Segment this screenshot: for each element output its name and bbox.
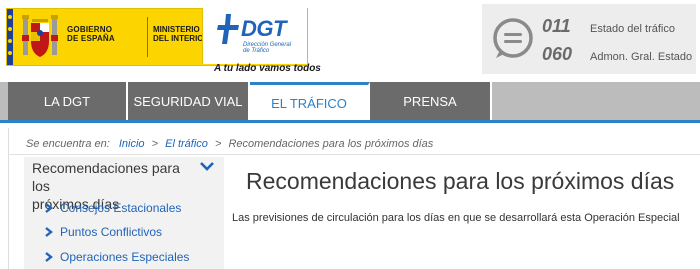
phone-row-admin[interactable]: 060 Admon. Gral. Estado <box>542 44 692 65</box>
tagline: A tu lado vamos todos <box>214 63 321 74</box>
breadcrumb-link-inicio[interactable]: Inicio <box>119 138 145 150</box>
sidebar: Recomendaciones para los próximos días C… <box>24 157 224 269</box>
sidebar-item-label: Consejos Estacionales <box>60 201 182 215</box>
phone-label: Admon. Gral. Estado <box>590 51 693 63</box>
breadcrumb-current: Recomendaciones para los próximos días <box>228 138 434 150</box>
gov-line-2: DE ESPAÑA <box>67 34 115 43</box>
sidebar-heading-line-1: Recomendaciones para los <box>32 160 180 194</box>
eu-star <box>8 27 12 31</box>
breadcrumb-separator: > <box>151 138 159 150</box>
content-border <box>8 128 9 269</box>
dgt-cross-icon <box>217 14 239 44</box>
intro-paragraph: Las previsiones de circulación para los … <box>232 212 680 224</box>
eu-star <box>8 39 12 43</box>
tab-prensa[interactable]: PRENSA <box>370 82 492 120</box>
dgt-logo[interactable]: DGT Dirección General de Tráfico <box>202 8 307 64</box>
sidebar-item-label: Operaciones Especiales <box>60 250 190 264</box>
sidebar-item-operaciones[interactable]: Operaciones Especiales <box>44 250 189 264</box>
nav-accent-rule <box>0 120 700 123</box>
dgt-fullname: Dirección General de Tráfico <box>243 42 303 54</box>
sidebar-item-puntos[interactable]: Puntos Conflictivos <box>44 225 162 239</box>
chevron-right-icon <box>45 252 53 262</box>
dgt-sub-line-2: de Tráfico <box>243 48 270 54</box>
chevron-right-icon <box>45 227 53 237</box>
site-header: GOBIERNO DE ESPAÑA MINISTERIO DEL INTERI… <box>0 0 700 82</box>
chevron-down-icon[interactable] <box>200 161 214 171</box>
chevron-right-icon <box>45 203 53 213</box>
breadcrumb-prefix: Se encuentra en: <box>26 138 110 150</box>
breadcrumb-divider <box>8 154 700 155</box>
phone-number: 060 <box>542 44 573 64</box>
tab-el-trafico[interactable]: EL TRÁFICO <box>250 82 370 121</box>
eu-flag-strip <box>7 9 13 65</box>
breadcrumb-link-el-trafico[interactable]: El tráfico <box>165 138 208 150</box>
page-title: Recomendaciones para los próximos días <box>246 168 675 194</box>
gov-line-1: GOBIERNO <box>67 25 113 34</box>
dgt-wordmark: DGT <box>241 16 286 41</box>
chat-bubble-icon <box>493 18 533 58</box>
sidebar-item-label: Puntos Conflictivos <box>60 225 163 239</box>
breadcrumb-separator: > <box>214 138 222 150</box>
main-nav: LA DGT SEGURIDAD VIAL EL TRÁFICO PRENSA <box>0 82 700 122</box>
phone-label: Estado del tráfico <box>590 23 675 35</box>
eu-star <box>8 51 12 55</box>
contact-panel: 011 Estado del tráfico 060 Admon. Gral. … <box>482 4 696 74</box>
sidebar-item-consejos[interactable]: Consejos Estacionales <box>44 201 181 215</box>
tab-seguridad-vial[interactable]: SEGURIDAD VIAL <box>128 82 250 120</box>
phone-row-traffic[interactable]: 011 Estado del tráfico <box>542 16 675 37</box>
eu-star <box>8 15 12 19</box>
tab-la-dgt[interactable]: LA DGT <box>8 82 128 120</box>
phone-number: 011 <box>542 16 571 36</box>
government-name: GOBIERNO DE ESPAÑA <box>67 25 145 43</box>
breadcrumb: Se encuentra en: Inicio > El tráfico > R… <box>26 138 433 150</box>
coat-of-arms-icon <box>22 15 58 57</box>
logo-divider <box>147 17 148 57</box>
